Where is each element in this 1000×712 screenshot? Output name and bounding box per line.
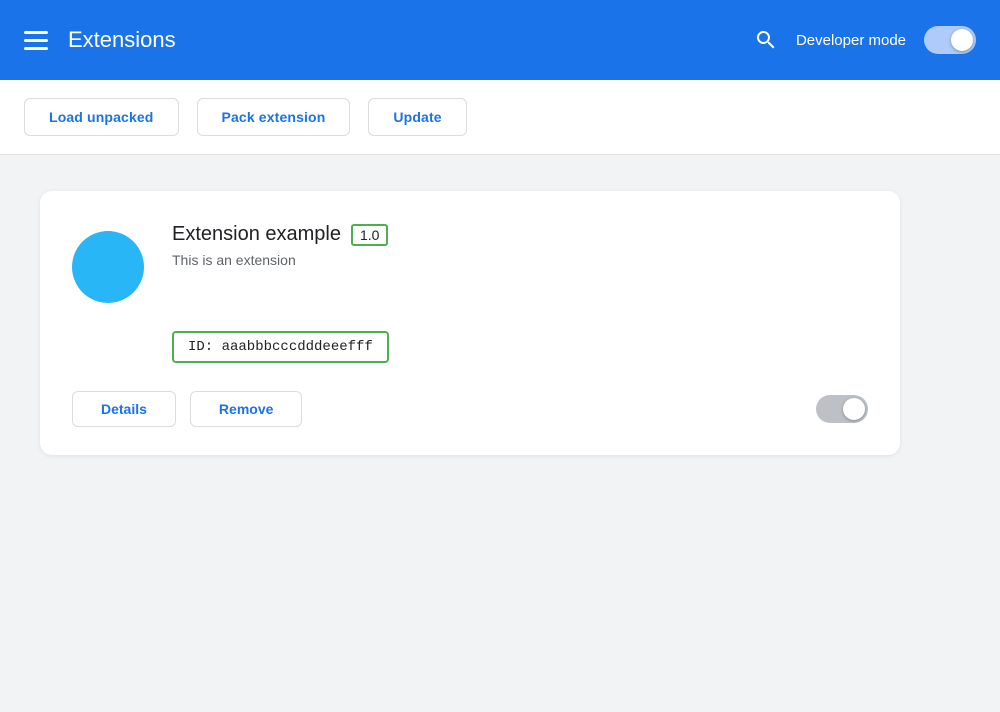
- pack-extension-button[interactable]: Pack extension: [197, 98, 351, 136]
- remove-button[interactable]: Remove: [190, 391, 302, 427]
- details-button[interactable]: Details: [72, 391, 176, 427]
- load-unpacked-button[interactable]: Load unpacked: [24, 98, 179, 136]
- extension-icon: [72, 231, 144, 303]
- extension-info: Extension example 1.0 This is an extensi…: [172, 223, 388, 268]
- toolbar: Load unpacked Pack extension Update: [0, 80, 1000, 155]
- card-bottom: Details Remove: [72, 391, 868, 427]
- version-badge: 1.0: [351, 224, 388, 246]
- search-icon[interactable]: [754, 28, 778, 52]
- extension-name: Extension example: [172, 223, 341, 246]
- extension-description: This is an extension: [172, 252, 388, 268]
- extension-name-row: Extension example 1.0: [172, 223, 388, 246]
- extension-enable-toggle[interactable]: [816, 395, 868, 423]
- update-button[interactable]: Update: [368, 98, 466, 136]
- extension-card: Extension example 1.0 This is an extensi…: [40, 191, 900, 455]
- developer-mode-toggle[interactable]: [924, 26, 976, 54]
- card-actions: Details Remove: [72, 391, 302, 427]
- page-title: Extensions: [68, 27, 176, 53]
- developer-mode-label: Developer mode: [796, 32, 906, 49]
- menu-icon[interactable]: [24, 31, 48, 50]
- extension-id: ID: aaabbbcccdddeeefff: [172, 331, 389, 363]
- header-left: Extensions: [24, 27, 176, 53]
- id-section: ID: aaabbbcccdddeeefff: [172, 331, 868, 363]
- main-content: Extension example 1.0 This is an extensi…: [0, 155, 1000, 712]
- card-top: Extension example 1.0 This is an extensi…: [72, 223, 868, 303]
- header-right: Developer mode: [754, 26, 976, 54]
- header: Extensions Developer mode: [0, 0, 1000, 80]
